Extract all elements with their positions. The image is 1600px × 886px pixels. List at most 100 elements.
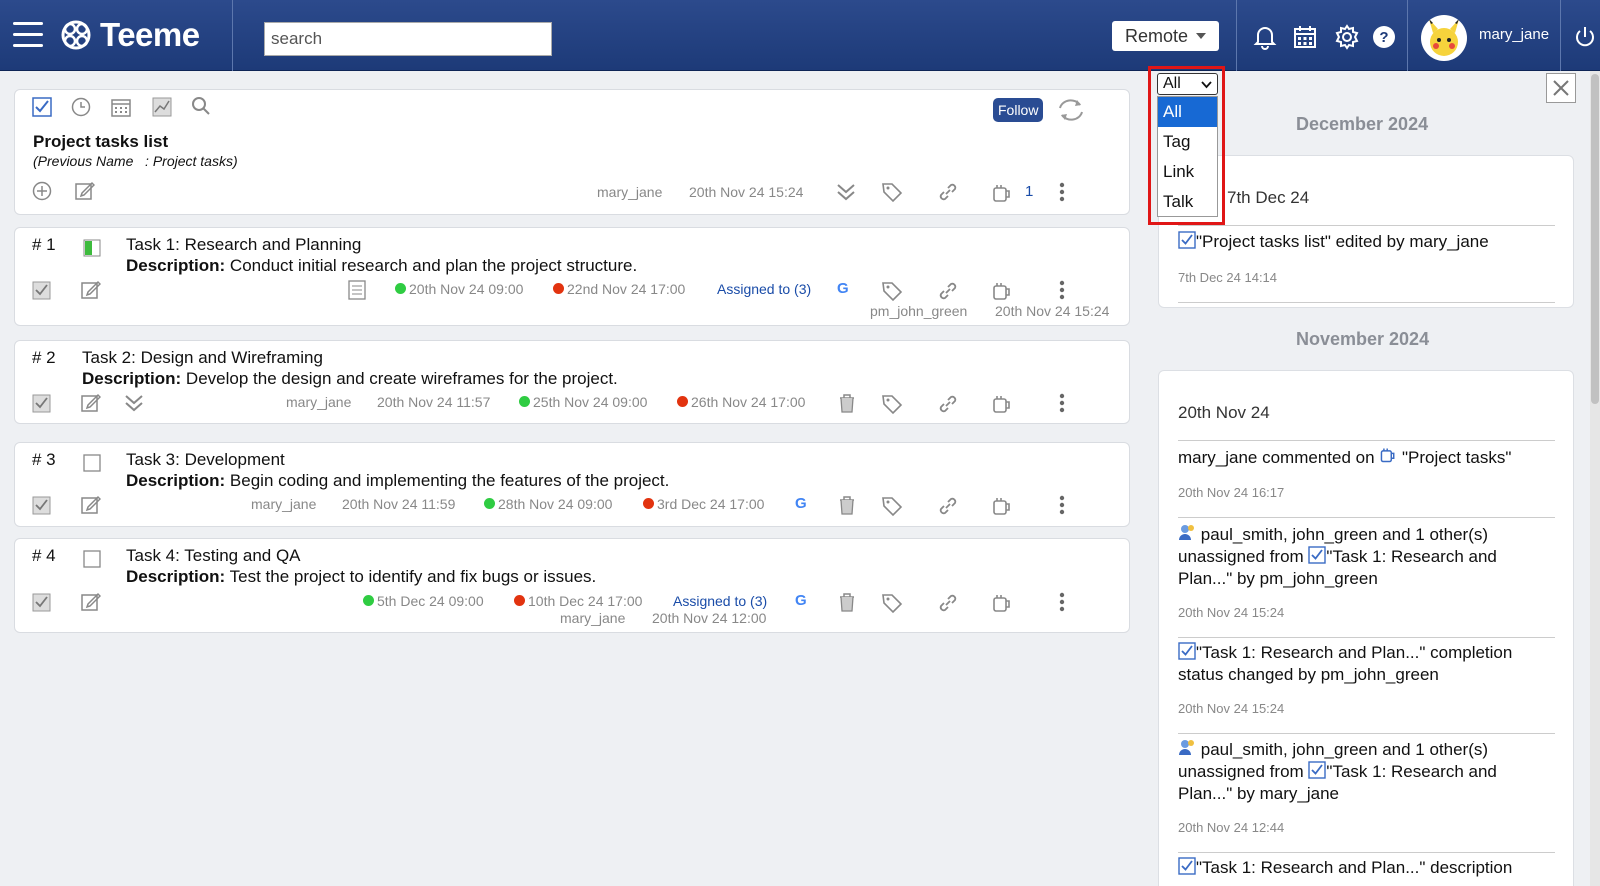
document-icon[interactable] [348,280,366,300]
checkbox-checked-icon[interactable] [32,281,51,300]
talk-icon[interactable] [991,592,1013,614]
checkbox-checked-icon[interactable] [32,97,52,117]
assigned-link[interactable]: Assigned to (3) [673,593,767,609]
edit-icon[interactable] [81,592,101,612]
trash-icon[interactable] [838,592,856,612]
assigned-link[interactable]: Assigned to (3) [717,281,811,297]
talk-count[interactable]: 1 [1025,183,1033,200]
follow-button[interactable]: Follow [993,98,1044,122]
filter-option-all[interactable]: All [1158,97,1217,127]
filter-option-link[interactable]: Link [1158,157,1217,187]
start-date: 20th Nov 24 09:00 [395,281,523,297]
talk-icon[interactable] [991,393,1013,415]
tag-icon[interactable] [881,495,903,517]
username[interactable]: mary_jane [1479,26,1549,43]
feed-line-text: status changed by pm_john_green [1178,665,1439,684]
clock-icon[interactable] [71,97,91,117]
power-icon[interactable] [1572,24,1598,50]
calendar-icon[interactable] [1292,24,1318,50]
refresh-icon[interactable] [1055,96,1087,124]
tag-icon[interactable] [881,181,903,203]
checkbox-checked-icon[interactable] [32,394,51,413]
feed-item[interactable]: paul_smith, john_green and 1 other(s) un… [1178,738,1497,805]
created-timestamp: 20th Nov 24 11:59 [342,496,456,512]
checkbox-checked-icon [1308,761,1327,779]
collapse-all-icon[interactable] [835,181,857,203]
checkbox-checked-icon[interactable] [32,593,51,612]
feed-item-target: "Project tasks" [1402,448,1512,467]
tag-icon[interactable] [881,393,903,415]
talk-icon[interactable] [991,182,1013,204]
more-vert-icon[interactable] [1059,393,1065,413]
feed-item[interactable]: mary_jane commented on "Project tasks" [1178,446,1511,469]
feed-timestamp: 20th Nov 24 12:44 [1178,820,1285,835]
search-input[interactable] [264,22,552,56]
chart-icon[interactable] [152,97,172,117]
start-date-text: 25th Nov 24 09:00 [533,394,648,410]
feed-timestamp: 20th Nov 24 15:24 [1178,701,1285,716]
trash-icon[interactable] [838,495,856,515]
edit-icon[interactable] [81,393,101,413]
filter-select[interactable]: All [1157,73,1218,95]
checkbox-icon[interactable] [83,454,101,472]
talk-icon[interactable] [991,495,1013,517]
task-title[interactable]: Task 2: Design and Wireframing [82,348,323,368]
help-icon[interactable]: ? [1371,24,1397,50]
link-icon[interactable] [937,280,959,302]
filter-option-talk[interactable]: Talk [1158,187,1217,217]
end-dot-icon [677,396,688,407]
link-icon[interactable] [937,181,959,203]
end-dot-icon [514,595,525,606]
close-button[interactable] [1546,73,1576,103]
calendar-grid-icon[interactable] [111,97,131,117]
mode-dropdown[interactable]: Remote [1112,21,1219,51]
tag-icon[interactable] [881,592,903,614]
users-icon [1179,525,1194,540]
description-label: Description: [126,567,226,586]
task-title[interactable]: Task 4: Testing and QA [126,546,301,566]
feed-item[interactable]: paul_smith, john_green and 1 other(s) un… [1178,523,1497,590]
feed-timestamp: 20th Nov 24 15:24 [1178,605,1285,620]
task-title[interactable]: Task 1: Research and Planning [126,235,361,255]
checkbox-checked-icon [1178,857,1196,875]
feed-line: paul_smith, john_green and 1 other(s) [1178,738,1497,761]
checkbox-icon[interactable] [83,550,101,568]
feed-timestamp: 20th Nov 24 16:17 [1178,485,1285,500]
search-icon[interactable] [191,96,211,116]
task-title[interactable]: Task 3: Development [126,450,285,470]
talk-icon[interactable] [991,280,1013,302]
edit-icon[interactable] [81,495,101,515]
progress-icon[interactable] [83,239,101,257]
feed-line-text: unassigned from [1178,762,1304,781]
link-icon[interactable] [937,495,959,517]
feed-item[interactable]: "Task 1: Research and Plan..." descripti… [1178,857,1512,879]
edit-icon[interactable] [75,181,95,201]
menu-icon[interactable] [13,22,43,48]
more-vert-icon[interactable] [1059,280,1065,300]
avatar[interactable] [1421,15,1467,61]
task-card: # 1 Task 1: Research and Planning Descri… [14,227,1130,326]
filter-option-tag[interactable]: Tag [1158,127,1217,157]
more-vert-icon[interactable] [1059,592,1065,612]
link-icon[interactable] [937,592,959,614]
link-icon[interactable] [937,393,959,415]
divider [1178,637,1555,638]
google-icon[interactable]: G [795,592,807,609]
edit-icon[interactable] [81,280,101,300]
add-icon[interactable] [32,181,52,201]
feed-item[interactable]: "Task 1: Research and Plan..." completio… [1178,642,1512,686]
google-icon[interactable]: G [837,280,849,297]
trash-icon[interactable] [838,393,856,413]
google-icon[interactable]: G [795,495,807,512]
more-vert-icon[interactable] [1059,182,1065,202]
feed-item[interactable]: "Project tasks list" edited by mary_jane [1178,231,1489,253]
logo[interactable]: Teeme [60,16,200,54]
tag-icon[interactable] [881,280,903,302]
checkbox-checked-icon[interactable] [32,496,51,515]
more-vert-icon[interactable] [1059,495,1065,515]
bell-icon[interactable] [1252,24,1278,50]
start-date-text: 5th Dec 24 09:00 [377,593,484,609]
expand-icon[interactable] [123,392,145,414]
gear-icon[interactable] [1334,24,1360,50]
scrollbar-thumb[interactable] [1591,74,1599,404]
